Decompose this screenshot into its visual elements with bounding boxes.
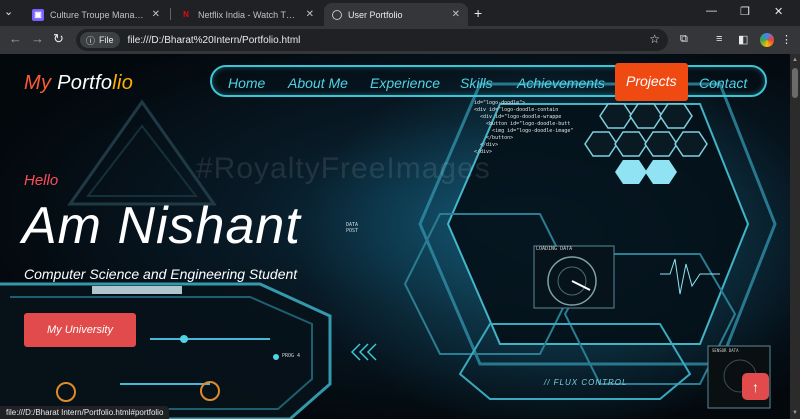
page-scrollbar[interactable]: ▲ ▼ xyxy=(790,54,800,419)
tab-title: Netflix India - Watch TV Shows xyxy=(198,9,300,20)
hero-headline: Am Nishant xyxy=(22,197,301,255)
globe-icon xyxy=(332,9,342,20)
tab-netflix[interactable]: N Netflix India - Watch TV Shows ✕ xyxy=(172,3,322,26)
scrollbar-thumb[interactable] xyxy=(792,68,798,98)
site-info-chip[interactable]: ⓘ File xyxy=(80,32,120,48)
close-tab-icon[interactable]: ✕ xyxy=(452,9,460,20)
extensions-icon[interactable]: ⧉ xyxy=(680,33,688,46)
logo-my: My xyxy=(24,72,52,94)
hero-greeting: Hello xyxy=(24,172,59,189)
browser-toolbar: ← → ↻ ⓘ File file:///D:/Bharat%20Intern/… xyxy=(0,26,800,54)
nav-about-me[interactable]: About Me xyxy=(288,75,348,91)
netflix-favicon-icon: N xyxy=(183,10,189,19)
menu-icon[interactable]: ⋮ xyxy=(781,33,792,46)
tab-culture-troupe[interactable]: ▣ Culture Troupe Management Sy ✕ xyxy=(24,3,168,26)
address-bar[interactable]: ⓘ File file:///D:/Bharat%20Intern/Portfo… xyxy=(76,29,668,51)
scroll-up-icon[interactable]: ▲ xyxy=(792,57,798,63)
scroll-down-icon[interactable]: ▼ xyxy=(792,410,798,416)
nav-projects[interactable]: Projects xyxy=(615,63,688,101)
back-icon[interactable]: ← xyxy=(9,32,22,46)
page-viewport: #RoyaltyFreeImages id="logo-doodle"> <di… xyxy=(0,54,790,419)
loading-data-label: LOADING DATA xyxy=(536,246,573,252)
close-tab-icon[interactable]: ✕ xyxy=(306,9,314,20)
nav-contact[interactable]: Contact xyxy=(699,75,747,91)
nav-home[interactable]: Home xyxy=(228,75,265,91)
scroll-to-top-button[interactable]: ↑ xyxy=(742,373,769,400)
nav-achievements[interactable]: Achievements xyxy=(517,75,605,91)
status-bar-url: file:///D:/Bharat Intern/Portfolio.html#… xyxy=(0,406,170,419)
tab-separator xyxy=(170,8,171,20)
nav-skills[interactable]: Skills xyxy=(460,75,493,91)
data-post-label: DATA POST xyxy=(346,222,359,234)
app-favicon-icon: ▣ xyxy=(32,8,44,21)
hero-subtitle: Computer Science and Engineering Student xyxy=(24,266,298,282)
new-tab-button[interactable]: + xyxy=(474,5,482,21)
my-university-button[interactable]: My University xyxy=(24,313,136,347)
site-info-label: File xyxy=(99,35,114,45)
forward-icon[interactable]: → xyxy=(31,32,44,46)
url-text[interactable]: file:///D:/Bharat%20Intern/Portfolio.htm… xyxy=(128,35,301,46)
tab-user-portfolio[interactable]: User Portfolio ✕ xyxy=(324,3,468,26)
main-nav: Home About Me Experience Skills Achievem… xyxy=(210,63,767,101)
close-window-icon[interactable]: ✕ xyxy=(774,5,783,18)
logo-lio: lio xyxy=(112,72,134,94)
tab-strip: ▣ Culture Troupe Management Sy ✕ N Netfl… xyxy=(0,0,800,26)
sensor-data-label: SENSOR DATA xyxy=(712,348,739,353)
bookmark-star-icon[interactable]: ☆ xyxy=(649,32,660,46)
tab-title: User Portfolio xyxy=(348,9,403,20)
logo-portfo: Portfo xyxy=(57,72,113,94)
info-icon: ⓘ xyxy=(86,35,96,46)
profile-avatar[interactable] xyxy=(760,33,774,47)
restore-icon[interactable]: ❐ xyxy=(740,5,750,18)
nav-experience[interactable]: Experience xyxy=(370,75,440,91)
side-panel-icon[interactable]: ◧ xyxy=(738,33,748,46)
watermark-text: #RoyaltyFreeImages xyxy=(196,152,491,185)
reload-icon[interactable]: ↻ xyxy=(53,32,64,46)
close-tab-icon[interactable]: ✕ xyxy=(152,9,160,20)
tab-search-icon[interactable]: ⌄ xyxy=(4,5,13,18)
flux-control-label: // FLUX CONTROL xyxy=(544,378,628,387)
site-logo[interactable]: My Portfolio xyxy=(24,72,133,95)
tab-title: Culture Troupe Management Sy xyxy=(50,9,146,20)
minimize-icon[interactable]: — xyxy=(706,5,717,17)
reading-list-icon[interactable]: ≡ xyxy=(716,33,722,45)
code-snippet-overlay: id="logo-doodle"> <div id="logo-doodle-c… xyxy=(474,100,574,155)
prog-label: PROG 4 xyxy=(282,353,301,359)
